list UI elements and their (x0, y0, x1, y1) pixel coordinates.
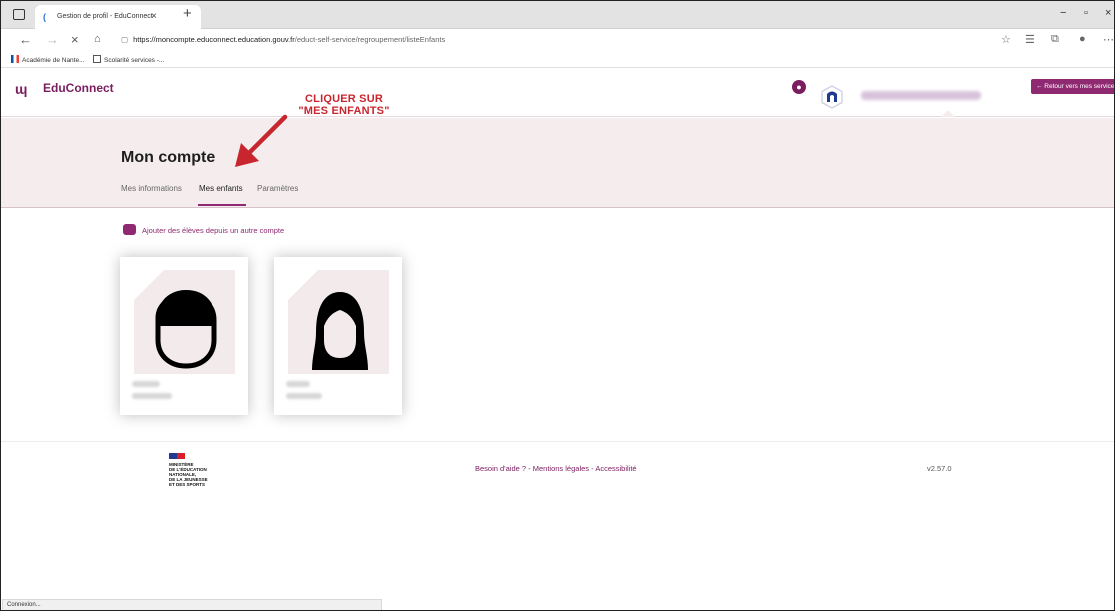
flag-icon (11, 55, 19, 63)
stop-loading-icon[interactable]: × (71, 32, 79, 47)
annotation-line-1: CLIQUER SUR (305, 93, 383, 105)
maximize-icon[interactable]: ▫ (1084, 7, 1088, 19)
collections-icon[interactable]: ⧉ (1051, 33, 1059, 46)
new-tab-button[interactable]: + (183, 5, 192, 22)
url-host: https://moncompte.educonnect.education.g… (133, 35, 295, 44)
close-tab-icon[interactable]: × (151, 11, 157, 22)
page-icon (93, 55, 101, 63)
instruction-annotation: CLIQUER SUR "MES ENFANTS" (281, 93, 407, 117)
add-students-link[interactable]: Ajouter des élèves depuis un autre compt… (123, 224, 284, 235)
child-name-blurred (132, 381, 160, 387)
tab-actions-icon[interactable] (13, 9, 25, 20)
tab-bar: ( Gestion de profil - EduConnect × + − ▫… (1, 1, 1114, 29)
read-aloud-icon[interactable]: ☆ (1001, 33, 1011, 46)
minimize-icon[interactable]: − (1060, 7, 1066, 19)
boy-avatar-icon (134, 270, 235, 374)
tab-title: Gestion de profil - EduConnect (57, 13, 153, 20)
tab-mes-informations[interactable]: Mes informations (121, 184, 182, 193)
help-link[interactable]: Besoin d'aide ? (475, 464, 526, 473)
boy-avatar (134, 270, 235, 374)
red-arrow-icon (235, 114, 288, 167)
tab-mes-enfants[interactable]: Mes enfants (199, 184, 243, 193)
address-bar[interactable]: ▢ https://moncompte.educonnect.education.… (121, 35, 445, 44)
marianne-flag-icon (169, 453, 185, 459)
child-card[interactable] (274, 257, 402, 415)
close-window-icon[interactable]: × (1105, 7, 1111, 19)
accessibility-link[interactable]: Accessibilité (595, 464, 636, 473)
tab-parametres[interactable]: Paramètres (257, 184, 298, 193)
child-info-blurred (286, 393, 322, 399)
girl-avatar-icon (288, 270, 389, 374)
account-hexagon-icon[interactable] (821, 85, 843, 109)
navigation-bar: ← → × ⌂ ▢ https://moncompte.educonnect.ed… (1, 29, 1114, 51)
legal-mentions-link[interactable]: Mentions légales (533, 464, 589, 473)
bookmark-scolarite[interactable]: Scolarité services -... (93, 55, 164, 64)
site-info-icon[interactable]: ▢ (121, 35, 128, 44)
back-to-services-button[interactable]: ← Retour vers mes services (1031, 79, 1114, 94)
girl-avatar (288, 270, 389, 374)
forward-arrow-icon[interactable]: → (46, 32, 59, 47)
browser-window: ( Gestion de profil - EduConnect × + − ▫… (0, 0, 1115, 611)
educonnect-logo-icon: ɰ (15, 81, 28, 97)
url-path: /educt-self-service/regroupement/listeEn… (294, 35, 446, 44)
footer-divider (1, 441, 1114, 442)
back-arrow-icon[interactable]: ← (19, 32, 32, 47)
active-tab-indicator (198, 204, 246, 206)
more-menu-icon[interactable]: ⋯ (1103, 33, 1114, 46)
add-users-icon (123, 224, 136, 235)
browser-status-bar: Connexion... (2, 599, 382, 610)
browser-tab[interactable]: ( Gestion de profil - EduConnect × (35, 5, 201, 29)
page-title: Mon compte (121, 149, 216, 166)
dropdown-caret (941, 110, 955, 117)
favorites-icon[interactable]: ☰ (1025, 33, 1035, 46)
ministry-logo: MINISTÈRE DE L'ÉDUCATION NATIONALE, DE L… (169, 453, 239, 487)
user-icon[interactable]: ● (792, 80, 806, 94)
child-name-blurred (286, 381, 310, 387)
profile-icon[interactable]: ● (1079, 33, 1086, 45)
brand-name[interactable]: EduConnect (43, 81, 114, 95)
app-header: ɰ EduConnect ● ← Retour vers mes service… (1, 69, 1114, 117)
account-header-band: Mon compte Mes informations Mes enfants … (1, 118, 1114, 208)
bookmark-academie[interactable]: Académie de Nante... (11, 55, 85, 64)
footer-links: Besoin d'aide ? - Mentions légales - Acc… (475, 464, 637, 473)
home-icon[interactable]: ⌂ (94, 33, 101, 45)
bookmarks-bar: Académie de Nante... Scolarité services … (1, 51, 1114, 68)
user-name-blurred[interactable] (861, 91, 981, 100)
annotation-line-2: "MES ENFANTS" (298, 105, 390, 117)
app-version: v2.57.0 (927, 464, 952, 473)
loading-favicon-icon: ( (43, 12, 46, 22)
child-card[interactable] (120, 257, 248, 415)
child-info-blurred (132, 393, 172, 399)
